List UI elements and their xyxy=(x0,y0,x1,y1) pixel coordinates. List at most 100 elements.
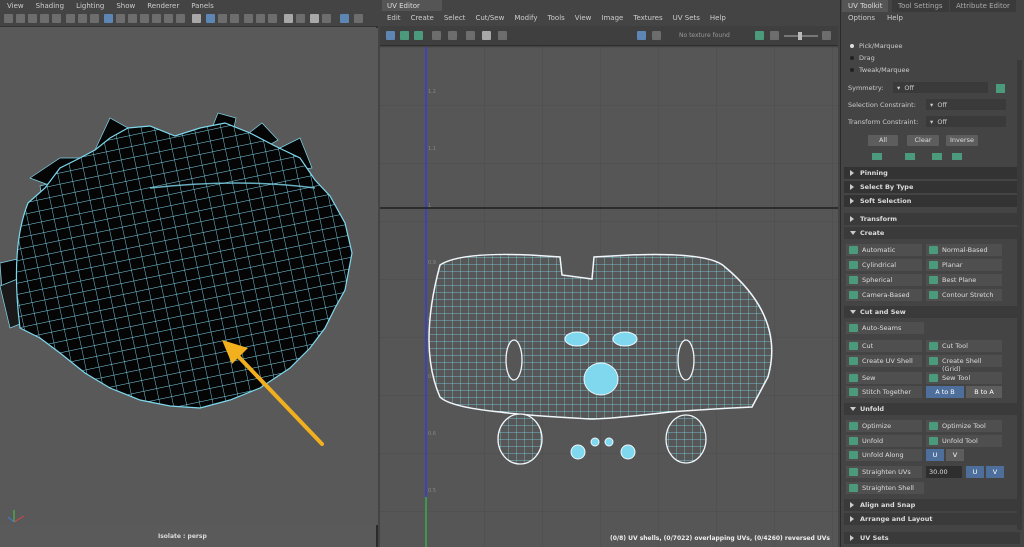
section-cut-and-sew[interactable]: Cut and Sew xyxy=(844,306,1020,318)
straighten-uvs-tool[interactable]: Straighten UVs xyxy=(846,466,922,478)
grid-toggle-icon[interactable] xyxy=(386,31,395,40)
clear-button[interactable]: Clear xyxy=(907,135,939,146)
exposure-uv-icon[interactable] xyxy=(770,31,779,40)
exposure-icon[interactable] xyxy=(322,14,331,23)
menu-panels[interactable]: Panels xyxy=(191,2,214,10)
section-align-and-snap[interactable]: Align and Snap xyxy=(844,499,1020,511)
shell-select-icon[interactable] xyxy=(872,153,882,160)
checker-icon[interactable] xyxy=(466,31,475,40)
automatic-tool[interactable]: Automatic xyxy=(846,244,922,256)
optimize-tool[interactable]: Optimize xyxy=(846,420,922,432)
uv-grid-canvas[interactable]: 1.2 1.1 1 0.9 0.8 0.7 0.6 0.5 xyxy=(380,47,838,547)
normal-based-tool[interactable]: Normal-Based xyxy=(926,244,1002,256)
panel-layout-icon[interactable] xyxy=(354,14,363,23)
wireframe-mesh-view[interactable] xyxy=(0,28,378,525)
planar-tool[interactable]: Planar xyxy=(926,259,1002,271)
unfold-along-u-button[interactable]: U xyxy=(926,449,944,461)
straighten-shell-tool[interactable]: Straighten Shell xyxy=(846,482,924,494)
motion-blur-icon[interactable] xyxy=(268,14,277,23)
straighten-v-button[interactable]: V xyxy=(986,466,1004,478)
snap-icon[interactable] xyxy=(400,31,409,40)
shadows-icon[interactable] xyxy=(176,14,185,23)
tab-attribute-editor[interactable]: Attribute Editor xyxy=(950,0,1016,12)
screen-space-ao-icon[interactable] xyxy=(244,14,253,23)
shaded-uv-icon[interactable] xyxy=(432,31,441,40)
cylindrical-tool[interactable]: Cylindrical xyxy=(846,259,922,271)
sew-tool-button[interactable]: Sew xyxy=(846,372,922,384)
uv-menu-modify[interactable]: Modify xyxy=(514,14,537,22)
section-pinning[interactable]: Pinning xyxy=(844,167,1020,179)
border-select-icon[interactable] xyxy=(905,153,915,160)
depth-of-field-icon[interactable] xyxy=(296,14,305,23)
light-bulb-icon[interactable] xyxy=(256,14,265,23)
tab-tool-settings[interactable]: Tool Settings xyxy=(892,0,949,12)
camera-icon[interactable] xyxy=(4,14,13,23)
section-arrange-and-layout[interactable]: Arrange and Layout xyxy=(844,513,1020,525)
mode-drag[interactable]: Drag xyxy=(850,54,875,62)
isolate-select-icon[interactable] xyxy=(340,14,349,23)
menu-shading[interactable]: Shading xyxy=(36,2,64,10)
isolate-uv-icon[interactable] xyxy=(414,31,423,40)
section-unfold[interactable]: Unfold xyxy=(844,403,1020,415)
unfold-along-v-button[interactable]: V xyxy=(946,449,964,461)
stitch-a-to-b-button[interactable]: A to B xyxy=(926,386,964,398)
lights-icon[interactable] xyxy=(164,14,173,23)
sew-tool-interactive[interactable]: Sew Tool xyxy=(926,372,1002,384)
isolate-cube-icon[interactable] xyxy=(192,14,201,23)
uv-shell-ear-left[interactable] xyxy=(497,413,543,465)
uv-menu-create[interactable]: Create xyxy=(411,14,434,22)
section-transform[interactable]: Transform xyxy=(844,213,1020,225)
cut-tool-interactive[interactable]: Cut Tool xyxy=(926,340,1002,352)
create-shell-grid-tool[interactable]: Create Shell (Grid) xyxy=(926,355,1002,373)
tab-uv-toolkit[interactable]: UV Toolkit xyxy=(842,0,889,12)
anti-alias-icon[interactable] xyxy=(284,14,293,23)
grow-select-icon[interactable] xyxy=(932,153,942,160)
straighten-u-button[interactable]: U xyxy=(966,466,984,478)
stitch-together-tool[interactable]: Stitch Together xyxy=(846,386,922,398)
default-material-icon[interactable] xyxy=(140,14,149,23)
film-gate-icon[interactable] xyxy=(66,14,75,23)
uv-menu-cut-sew[interactable]: Cut/Sew xyxy=(475,14,504,22)
uv-shell-piece[interactable] xyxy=(604,437,614,447)
symmetry-dropdown[interactable]: ▾ Off xyxy=(893,82,988,93)
best-plane-tool[interactable]: Best Plane xyxy=(926,274,1002,286)
transform-constraint-dropdown[interactable]: ▾ Off xyxy=(926,116,1006,127)
xray-icon[interactable] xyxy=(206,14,215,23)
section-select-by-type[interactable]: Select By Type xyxy=(844,181,1020,193)
uv-menu-tools[interactable]: Tools xyxy=(548,14,565,22)
wire-uv-icon[interactable] xyxy=(448,31,457,40)
unfold-tool-interactive[interactable]: Unfold Tool xyxy=(926,435,1002,447)
uv-shell-head[interactable] xyxy=(410,247,790,427)
exposure-slider-handle[interactable] xyxy=(798,32,802,40)
gamma-icon[interactable] xyxy=(822,31,831,40)
section-soft-selection[interactable]: Soft Selection xyxy=(844,195,1020,207)
uv-shell-piece[interactable] xyxy=(620,444,636,460)
inverse-button[interactable]: Inverse xyxy=(946,135,978,146)
spherical-tool[interactable]: Spherical xyxy=(846,274,922,286)
uv-menu-select[interactable]: Select xyxy=(444,14,466,22)
cut-tool-button[interactable]: Cut xyxy=(846,340,922,352)
optimize-tool-interactive[interactable]: Optimize Tool xyxy=(926,420,1002,432)
bookmark-icon[interactable] xyxy=(28,14,37,23)
xray-joints-icon[interactable] xyxy=(218,14,227,23)
select-camera-icon[interactable] xyxy=(310,14,319,23)
menu-options[interactable]: Options xyxy=(848,14,875,22)
symmetry-icon[interactable] xyxy=(996,84,1005,93)
contour-stretch-tool[interactable]: Contour Stretch xyxy=(926,289,1002,301)
uv-shell-ear-right[interactable] xyxy=(665,414,707,464)
dim-image-icon[interactable] xyxy=(652,31,661,40)
shaded-wire-icon[interactable] xyxy=(128,14,137,23)
grid-icon[interactable] xyxy=(52,14,61,23)
toolkit-scrollbar[interactable] xyxy=(1017,60,1022,530)
camera-based-tool[interactable]: Camera-Based xyxy=(846,289,922,301)
menu-lighting[interactable]: Lighting xyxy=(76,2,104,10)
attributes-icon[interactable] xyxy=(16,14,25,23)
uv-menu-help[interactable]: Help xyxy=(710,14,726,22)
menu-renderer[interactable]: Renderer xyxy=(147,2,179,10)
refresh-icon[interactable] xyxy=(755,31,764,40)
unfold-along-tool[interactable]: Unfold Along xyxy=(846,449,922,461)
unfold-tool[interactable]: Unfold xyxy=(846,435,922,447)
wireframe-icon[interactable] xyxy=(104,14,113,23)
auto-seams-tool[interactable]: Auto-Seams xyxy=(846,322,924,334)
uv-editor-tab[interactable]: UV Editor xyxy=(382,0,442,11)
